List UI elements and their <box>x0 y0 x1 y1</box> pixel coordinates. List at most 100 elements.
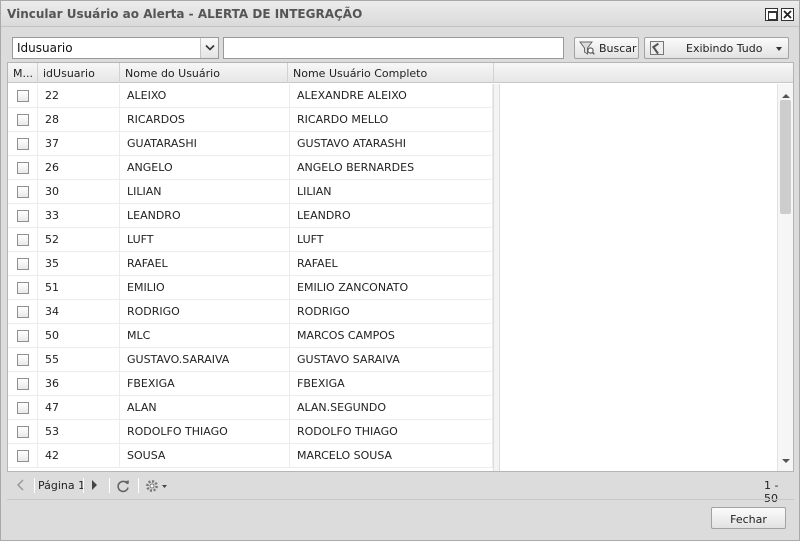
table-row[interactable]: 22 ALEIXO ALEXANDRE ALEIXO <box>8 84 493 108</box>
chevron-down-icon <box>775 43 783 56</box>
column-header-nome[interactable]: Nome do Usuário <box>120 63 288 83</box>
cell-idusuario: 52 <box>38 228 120 252</box>
row-checkbox[interactable] <box>17 210 29 222</box>
row-select-cell <box>8 420 38 444</box>
footer-divider <box>7 499 794 500</box>
row-checkbox[interactable] <box>17 450 29 462</box>
pager-separator <box>34 478 35 493</box>
table-row[interactable]: 37 GUATARASHI GUSTAVO ATARASHI <box>8 132 493 156</box>
row-checkbox[interactable] <box>17 186 29 198</box>
row-checkbox[interactable] <box>17 402 29 414</box>
search-field-select[interactable]: Idusuario <box>12 37 219 59</box>
pager-separator <box>138 478 139 493</box>
grid-column-spacer <box>493 84 500 471</box>
cell-nome-completo: RAFAEL <box>290 252 493 276</box>
column-header-mark[interactable]: M... <box>8 63 38 83</box>
grid-scrollbar[interactable] <box>777 84 793 471</box>
next-page-icon[interactable] <box>91 479 99 494</box>
row-select-cell <box>8 228 38 252</box>
row-checkbox[interactable] <box>17 258 29 270</box>
table-row[interactable]: 51 EMILIO EMILIO ZANCONATO <box>8 276 493 300</box>
row-select-cell <box>8 444 38 468</box>
row-select-cell <box>8 372 38 396</box>
cell-nome-usuario: ALAN <box>120 396 290 420</box>
scroll-down-icon[interactable] <box>782 454 790 467</box>
table-row[interactable]: 53 RODOLFO THIAGO RODOLFO THIAGO <box>8 420 493 444</box>
cell-idusuario: 28 <box>38 108 120 132</box>
cell-nome-completo: RODOLFO THIAGO <box>290 420 493 444</box>
cell-idusuario: 53 <box>38 420 120 444</box>
chevron-down-icon[interactable] <box>200 38 218 58</box>
row-checkbox[interactable] <box>17 234 29 246</box>
pagination-bar: Página 1 1 - 50 <box>7 474 794 505</box>
row-select-cell <box>8 180 38 204</box>
search-toolbar: Idusuario Buscar Exibindo Tudo <box>7 34 793 62</box>
cell-idusuario: 33 <box>38 204 120 228</box>
table-row[interactable]: 28 RICARDOS RICARDO MELLO <box>8 108 493 132</box>
window-title: Vincular Usuário ao Alerta - ALERTA DE I… <box>7 7 363 21</box>
table-row[interactable]: 50 MLC MARCOS CAMPOS <box>8 324 493 348</box>
row-select-cell <box>8 204 38 228</box>
row-select-cell <box>8 396 38 420</box>
search-button[interactable]: Buscar <box>574 37 639 59</box>
page-label: Página 1 <box>38 479 86 492</box>
cell-idusuario: 50 <box>38 324 120 348</box>
view-filter-label: Exibindo Tudo <box>686 42 763 55</box>
refresh-icon[interactable] <box>116 479 130 496</box>
cell-idusuario: 47 <box>38 396 120 420</box>
close-icon[interactable] <box>781 8 794 21</box>
row-checkbox[interactable] <box>17 378 29 390</box>
cell-nome-usuario: LEANDRO <box>120 204 290 228</box>
table-row[interactable]: 26 ANGELO ANGELO BERNARDES <box>8 156 493 180</box>
row-checkbox[interactable] <box>17 138 29 150</box>
cell-idusuario: 22 <box>38 84 120 108</box>
search-field-value: Idusuario <box>17 41 73 55</box>
table-row[interactable]: 33 LEANDRO LEANDRO <box>8 204 493 228</box>
table-row[interactable]: 52 LUFT LUFT <box>8 228 493 252</box>
title-bar: Vincular Usuário ao Alerta - ALERTA DE I… <box>1 1 799 27</box>
table-row[interactable]: 47 ALAN ALAN.SEGUNDO <box>8 396 493 420</box>
column-header-nome-completo[interactable]: Nome Usuário Completo <box>288 63 494 83</box>
row-select-cell <box>8 84 38 108</box>
gear-icon[interactable] <box>145 479 169 496</box>
cell-nome-usuario: RODRIGO <box>120 300 290 324</box>
table-row[interactable]: 55 GUSTAVO.SARAIVA GUSTAVO SARAIVA <box>8 348 493 372</box>
cursor-select-icon <box>650 41 664 55</box>
row-checkbox[interactable] <box>17 306 29 318</box>
row-checkbox[interactable] <box>17 282 29 294</box>
cell-nome-completo: RICARDO MELLO <box>290 108 493 132</box>
row-checkbox[interactable] <box>17 114 29 126</box>
row-checkbox[interactable] <box>17 162 29 174</box>
row-checkbox[interactable] <box>17 90 29 102</box>
row-select-cell <box>8 252 38 276</box>
cell-nome-completo: LUFT <box>290 228 493 252</box>
close-button[interactable]: Fechar <box>711 507 786 529</box>
cell-idusuario: 26 <box>38 156 120 180</box>
cell-idusuario: 37 <box>38 132 120 156</box>
column-header-idusuario[interactable]: idUsuario <box>38 63 120 83</box>
row-checkbox[interactable] <box>17 330 29 342</box>
row-checkbox[interactable] <box>17 426 29 438</box>
maximize-icon[interactable] <box>765 8 778 21</box>
scroll-thumb[interactable] <box>780 100 791 214</box>
cell-nome-completo: EMILIO ZANCONATO <box>290 276 493 300</box>
cell-idusuario: 42 <box>38 444 120 468</box>
search-input[interactable] <box>223 37 564 59</box>
row-select-cell <box>8 300 38 324</box>
cell-nome-completo: ALEXANDRE ALEIXO <box>290 84 493 108</box>
row-select-cell <box>8 348 38 372</box>
table-row[interactable]: 30 LILIAN LILIAN <box>8 180 493 204</box>
view-filter-button[interactable]: Exibindo Tudo <box>644 37 789 59</box>
pager-separator <box>109 478 110 493</box>
cell-nome-usuario: LILIAN <box>120 180 290 204</box>
table-row[interactable]: 35 RAFAEL RAFAEL <box>8 252 493 276</box>
table-row[interactable]: 34 RODRIGO RODRIGO <box>8 300 493 324</box>
first-page-icon[interactable] <box>16 479 24 494</box>
cell-nome-completo: GUSTAVO SARAIVA <box>290 348 493 372</box>
table-row[interactable]: 42 SOUSA MARCELO SOUSA <box>8 444 493 468</box>
cell-nome-completo: MARCOS CAMPOS <box>290 324 493 348</box>
table-row[interactable]: 36 FBEXIGA FBEXIGA <box>8 372 493 396</box>
cell-nome-usuario: SOUSA <box>120 444 290 468</box>
cell-nome-usuario: LUFT <box>120 228 290 252</box>
row-checkbox[interactable] <box>17 354 29 366</box>
